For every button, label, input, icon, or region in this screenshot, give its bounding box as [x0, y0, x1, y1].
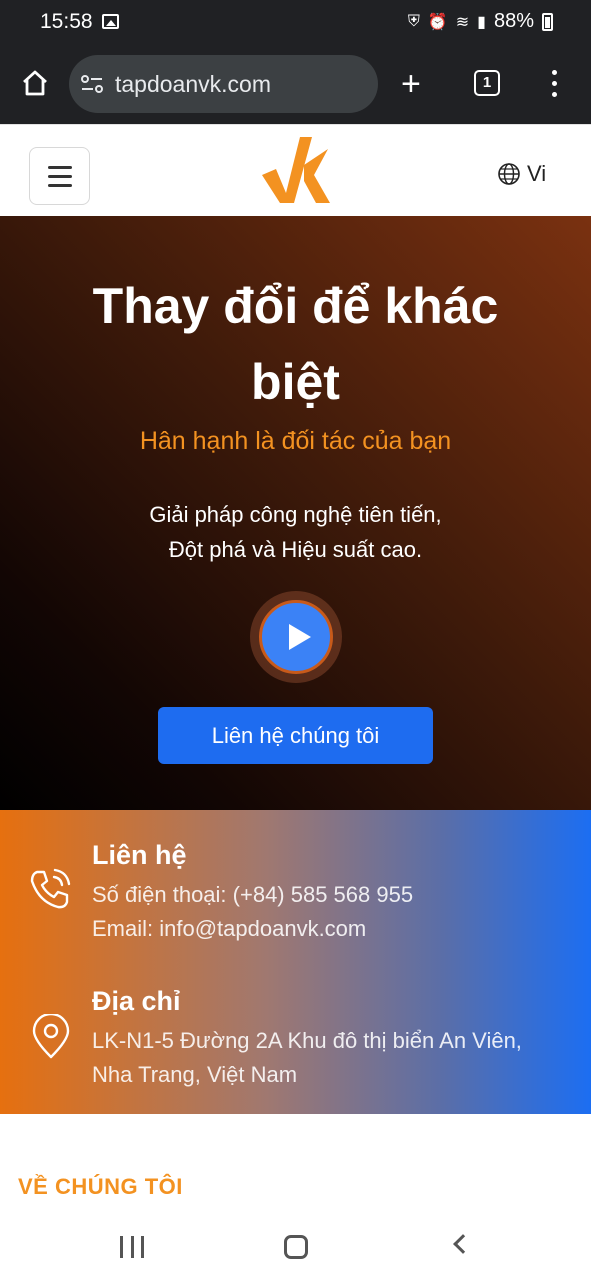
system-nav-bar [0, 1220, 591, 1280]
about-section: VỀ CHÚNG TÔI [0, 1114, 591, 1220]
address-line-2: Nha Trang, Việt Nam [92, 1062, 298, 1087]
play-video-button[interactable] [259, 600, 333, 674]
vk-logo[interactable] [260, 135, 332, 207]
globe-icon [498, 163, 520, 185]
status-indicators: ⛨ ⏰ ≋ ▮ 88% [408, 10, 553, 33]
home-icon[interactable] [20, 68, 50, 98]
location-pin-icon [32, 1014, 70, 1059]
more-menu-icon[interactable] [552, 70, 558, 98]
address-bar[interactable]: tapdoanvk.com [69, 55, 378, 113]
new-tab-icon[interactable]: + [401, 67, 421, 101]
back-icon[interactable] [453, 1234, 473, 1254]
recent-apps-icon[interactable] [120, 1236, 144, 1258]
site-settings-icon[interactable] [81, 74, 103, 94]
status-bar: 15:58 ⛨ ⏰ ≋ ▮ 88% [0, 0, 591, 46]
contact-email[interactable]: Email: info@tapdoanvk.com [92, 916, 366, 942]
address-line-1: LK-N1-5 Đường 2A Khu đô thị biển An Viên… [92, 1028, 522, 1053]
battery-percent: 88% [493, 10, 534, 32]
contact-phone[interactable]: Số điện thoại: (+84) 585 568 955 [92, 882, 413, 908]
phone-icon [30, 868, 71, 909]
address-title: Địa chỉ [92, 986, 181, 1016]
hero-desc-line-2: Đột phá và Hiệu suất cao. [168, 537, 423, 562]
wifi-icon: ≋ [455, 13, 470, 31]
hero-subtitle: Hân hạnh là đối tác của bạn [139, 427, 452, 455]
battery-saver-icon: ⛨ [407, 12, 420, 30]
hero-title: Thay đổi để khác biệt [92, 278, 499, 410]
signal-icon: ▮ [477, 13, 486, 31]
play-icon [289, 624, 311, 650]
alarm-icon: ⏰ [427, 13, 448, 31]
language-label: Vi [527, 161, 547, 186]
contact-info-band: Liên hệ Số điện thoại: (+84) 585 568 955… [0, 810, 591, 1114]
video-play-ring [250, 591, 342, 683]
hero-section: Thay đổi để khác biệt Hân hạnh là đối tá… [0, 216, 591, 810]
battery-icon [542, 12, 553, 31]
url-text[interactable]: tapdoanvk.com [115, 71, 271, 98]
site-header: Vi [0, 124, 591, 216]
language-switcher[interactable]: Vi [497, 161, 546, 187]
contact-title: Liên hệ [92, 840, 187, 870]
image-notification-icon [102, 14, 119, 29]
hero-desc-line-1: Giải pháp công nghệ tiên tiến, [149, 502, 442, 527]
home-button-icon[interactable] [284, 1235, 308, 1259]
status-time: 15:58 [40, 10, 93, 33]
hamburger-menu-button[interactable] [29, 147, 90, 205]
contact-us-button[interactable]: Liên hệ chúng tôi [158, 707, 433, 764]
about-title: VỀ CHÚNG TÔI [18, 1174, 183, 1199]
tab-switcher-button[interactable]: 1 [474, 70, 500, 96]
hero-description: Giải pháp công nghệ tiên tiến, Đột phá v… [80, 497, 511, 567]
browser-toolbar: tapdoanvk.com + 1 [0, 46, 591, 124]
